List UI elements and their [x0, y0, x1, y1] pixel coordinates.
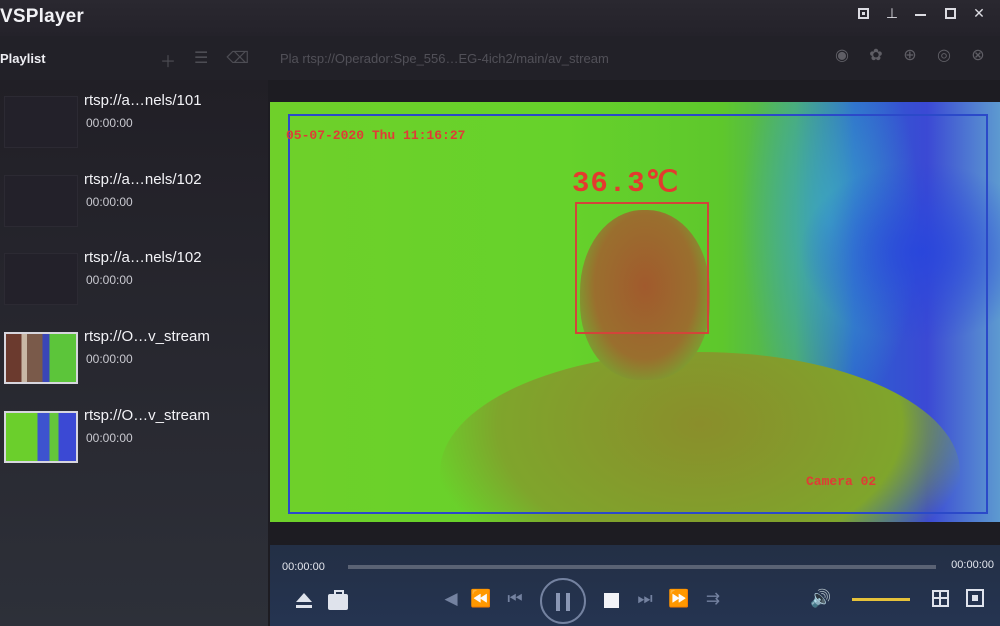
video-display[interactable]: 05-07-2020 Thu 11:16:27 36.3℃ Camera 02 [270, 102, 1000, 522]
item-time: 00:00:00 [86, 195, 133, 209]
settings-icon[interactable]: ✿ [866, 46, 886, 66]
item-name: rtsp://O…v_stream [84, 328, 210, 345]
title-bar: VSPlayer ⊥ ✕ [0, 0, 1000, 36]
delete-icon[interactable]: ⌫ [226, 48, 249, 72]
item-name: rtsp://a…nels/102 [84, 249, 202, 266]
pin-icon[interactable]: ⊥ [885, 6, 899, 20]
step-forward-icon[interactable]: ⏭ [634, 589, 656, 609]
maximize-icon[interactable] [945, 8, 956, 19]
item-name: rtsp://a…nels/101 [84, 92, 202, 109]
item-name: rtsp://a…nels/102 [84, 171, 202, 188]
pause-button[interactable] [540, 578, 586, 624]
face-detection-box [575, 202, 709, 334]
current-time: 00:00:00 [282, 561, 325, 573]
close-icon[interactable]: ⊗ [968, 46, 988, 66]
seek-bar[interactable] [348, 565, 936, 569]
zoom-icon[interactable]: ⊕ [900, 46, 920, 66]
playlist-sidebar: rtsp://a…nels/101 00:00:00 rtsp://a…nels… [0, 80, 268, 626]
app-title: VSPlayer [0, 6, 84, 27]
item-time: 00:00:00 [86, 273, 133, 287]
item-time: 00:00:00 [86, 116, 133, 130]
item-time: 00:00:00 [86, 431, 133, 445]
list-item[interactable]: rtsp://O…v_stream 00:00:00 [0, 328, 268, 400]
list-icon[interactable]: ☰ [194, 48, 208, 72]
minimize-icon[interactable] [915, 6, 929, 20]
window-controls: ⊥ ✕ [858, 6, 986, 20]
osd-datetime: 05-07-2020 Thu 11:16:27 [286, 128, 466, 143]
add-icon[interactable]: ＋ [160, 48, 176, 72]
playlist-tools: ＋ ☰ ⌫ [160, 48, 249, 72]
playback-controls: 00:00:00 00:00:00 ◀ ⏪ ⏮ ⏭ ⏩ ⇉ 🔊 [270, 545, 1000, 626]
thumbnail [4, 96, 78, 148]
mute-icon[interactable]: ◉ [832, 46, 852, 66]
list-item[interactable]: rtsp://O…v_stream 00:00:00 [0, 407, 268, 479]
fullscreen-icon[interactable] [966, 589, 984, 607]
playlist-heading: Playlist [0, 51, 46, 66]
volume-slider[interactable] [852, 598, 910, 601]
list-item[interactable]: rtsp://a…nels/102 00:00:00 [0, 249, 268, 321]
toolbox-icon[interactable] [328, 590, 348, 610]
step-back-icon[interactable]: ⏮ [504, 589, 526, 609]
list-item[interactable]: rtsp://a…nels/102 00:00:00 [0, 171, 268, 243]
thumbnail [4, 253, 78, 305]
stream-url: Pla rtsp://Operador:Spe_556…EG-4ich2/mai… [280, 51, 609, 66]
osd-temperature: 36.3℃ [572, 167, 680, 200]
rewind-icon[interactable]: ⏪ [470, 589, 492, 609]
play-mode-icon[interactable]: ⇉ [702, 589, 724, 609]
end-time: 00:00:00 [951, 559, 994, 571]
snapshot-icon[interactable]: ◎ [934, 46, 954, 66]
close-window-icon[interactable]: ✕ [972, 6, 986, 20]
item-time: 00:00:00 [86, 352, 133, 366]
stop-button[interactable] [604, 593, 619, 608]
top-toolbar: Playlist ＋ ☰ ⌫ Pla rtsp://Operador:Spe_5… [0, 36, 1000, 80]
volume-icon[interactable]: 🔊 [810, 589, 831, 609]
osd-camera-label: Camera 02 [806, 474, 877, 489]
thumbnail-snapshot [4, 332, 78, 384]
video-tools: ◉ ✿ ⊕ ◎ ⊗ [832, 46, 988, 66]
item-name: rtsp://O…v_stream [84, 407, 210, 424]
list-item[interactable]: rtsp://a…nels/101 00:00:00 [0, 92, 268, 164]
thumbnail-thermal [4, 411, 78, 463]
prev-file-icon[interactable]: ◀ [440, 589, 462, 609]
mini-mode-icon[interactable] [858, 8, 869, 19]
open-file-icon[interactable] [294, 593, 314, 613]
fast-forward-icon[interactable]: ⏩ [668, 589, 690, 609]
layout-grid-icon[interactable] [932, 590, 949, 607]
thumbnail [4, 175, 78, 227]
